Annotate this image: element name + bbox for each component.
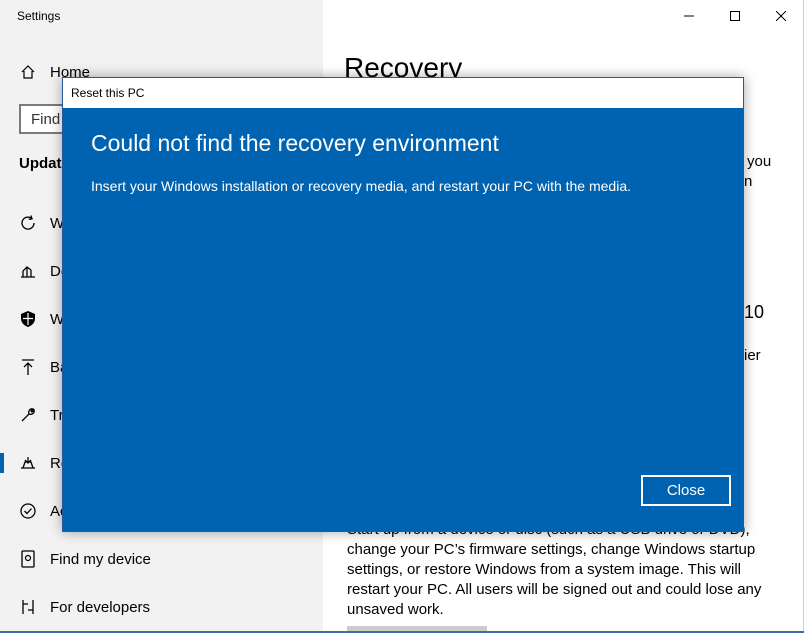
sidebar-item-find-my-device[interactable]: Find my device	[0, 539, 323, 579]
dialog-titlebar: Reset this PC	[63, 78, 743, 108]
partial-heading: 10	[744, 302, 765, 322]
close-button[interactable]: Close	[641, 475, 731, 506]
partial-text: ier	[744, 347, 761, 364]
maximize-icon	[730, 11, 740, 21]
home-icon	[18, 62, 38, 82]
dialog-message: Insert your Windows installation or reco…	[91, 178, 632, 194]
sidebar-item-label: Find my device	[50, 550, 151, 568]
description-line: change your PC’s firmware settings, chan…	[347, 541, 756, 558]
close-window-button[interactable]	[758, 0, 804, 32]
sidebar-item-label: For developers	[50, 598, 151, 616]
window-controls	[666, 0, 804, 32]
description-line: restart your PC. All users will be signe…	[347, 581, 762, 598]
partial-text: n	[744, 173, 753, 190]
delivery-icon	[18, 261, 38, 281]
window-title: Settings	[17, 9, 61, 23]
reset-pc-dialog: Reset this PC Could not find the recover…	[62, 77, 744, 532]
description-line: settings, or restore Windows from a syst…	[347, 561, 742, 578]
wrench-icon	[18, 405, 38, 425]
minimize-button[interactable]	[666, 0, 712, 32]
close-button-label: Close	[666, 482, 706, 499]
backup-arrow-icon	[18, 357, 38, 377]
sidebar-item-for-developers[interactable]: For developers	[0, 587, 323, 627]
find-device-icon	[18, 549, 38, 569]
description-line: unsaved work.	[347, 601, 444, 618]
close-icon	[776, 11, 786, 21]
developer-icon	[18, 597, 38, 617]
maximize-button[interactable]	[712, 0, 758, 32]
partial-text: you	[747, 153, 772, 170]
recovery-icon	[18, 453, 38, 473]
refresh-icon	[18, 213, 38, 233]
minimize-icon	[684, 15, 694, 17]
dialog-heading: Could not find the recovery environment	[91, 130, 499, 156]
dialog-title: Reset this PC	[71, 86, 145, 100]
shield-icon	[18, 309, 38, 329]
advanced-startup-description: change your PC’s firmware settings, chan…	[347, 540, 767, 620]
restart-now-button[interactable]	[347, 626, 487, 631]
check-circle-icon	[18, 501, 38, 521]
